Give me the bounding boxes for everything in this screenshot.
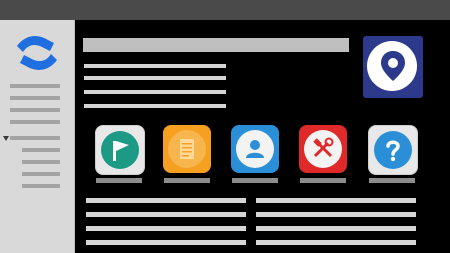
flag-icon [113,141,129,161]
sidebar-subitem[interactable] [22,172,60,176]
list-line [86,240,246,245]
document-icon [180,139,194,159]
flag-tile[interactable] [95,125,145,175]
sidebar-subitem[interactable] [22,160,60,164]
list-line [86,198,246,203]
list-line [256,198,416,203]
chevron-down-icon[interactable] [3,136,9,141]
tile-label [164,178,210,183]
list-line [256,226,416,231]
top-bar [0,0,450,20]
location-tile[interactable] [363,36,423,98]
list-line [86,226,246,231]
list-line [256,240,416,245]
text-line [84,64,226,68]
tile-label [96,178,142,183]
sidebar-item[interactable] [10,136,60,140]
user-tile[interactable] [231,125,279,173]
tools-tile[interactable] [299,125,347,173]
list-line [86,212,246,217]
sidebar-item[interactable] [10,108,60,112]
text-line [84,90,226,94]
sidebar-item[interactable] [10,96,60,100]
document-tile[interactable] [163,125,211,173]
help-tile[interactable] [368,125,418,175]
sidebar-item[interactable] [10,84,60,88]
tile-label [232,178,278,183]
page-title-placeholder [83,38,349,52]
confluence-logo-icon[interactable] [14,32,60,74]
text-line [84,76,226,80]
map-pin-icon [381,51,405,81]
text-line [84,104,226,108]
tools-icon [313,137,334,158]
tile-label [369,178,415,183]
help-icon [386,140,400,162]
list-line [256,212,416,217]
user-icon [246,140,264,158]
tile-label [300,178,346,183]
sidebar-subitem[interactable] [22,184,60,188]
sidebar-subitem[interactable] [22,148,60,152]
sidebar-item[interactable] [10,120,60,124]
